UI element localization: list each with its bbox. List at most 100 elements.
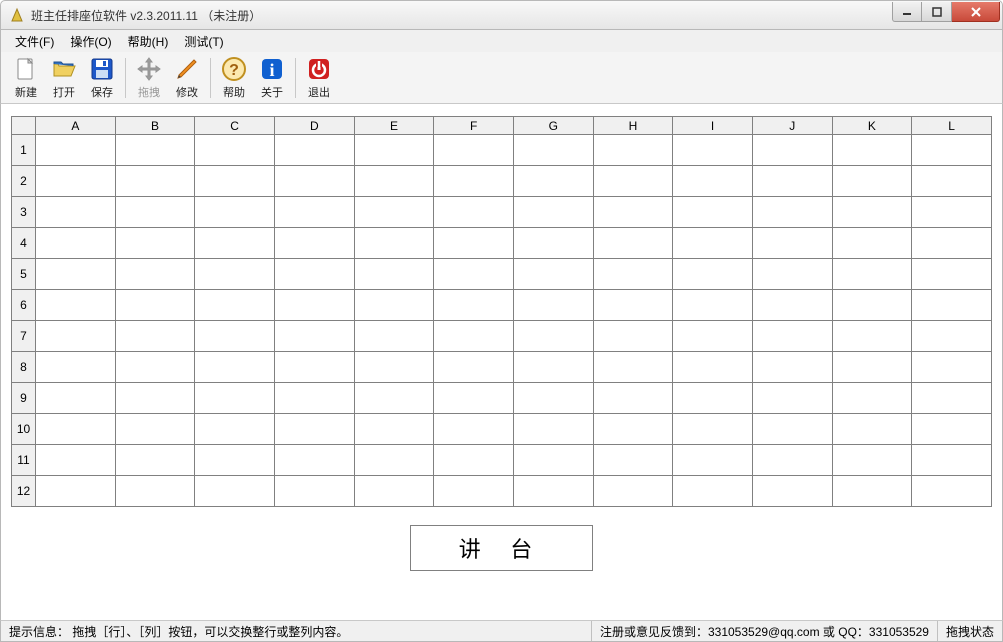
seat-cell[interactable]	[912, 383, 992, 414]
seat-cell[interactable]	[434, 321, 514, 352]
seat-cell[interactable]	[912, 476, 992, 507]
seat-cell[interactable]	[593, 135, 673, 166]
seat-cell[interactable]	[434, 476, 514, 507]
seat-cell[interactable]	[434, 445, 514, 476]
row-header[interactable]: 2	[12, 166, 36, 197]
seat-cell[interactable]	[434, 135, 514, 166]
seat-cell[interactable]	[115, 135, 195, 166]
seat-cell[interactable]	[274, 259, 354, 290]
seat-cell[interactable]	[195, 135, 275, 166]
seat-cell[interactable]	[912, 352, 992, 383]
seat-cell[interactable]	[354, 228, 434, 259]
seat-cell[interactable]	[115, 259, 195, 290]
seat-cell[interactable]	[513, 352, 593, 383]
seat-cell[interactable]	[752, 135, 832, 166]
drag-button[interactable]: 拖拽	[130, 54, 168, 102]
seat-cell[interactable]	[912, 259, 992, 290]
seat-cell[interactable]	[36, 259, 116, 290]
seat-cell[interactable]	[593, 166, 673, 197]
seat-cell[interactable]	[434, 414, 514, 445]
column-header[interactable]: E	[354, 117, 434, 135]
seat-cell[interactable]	[593, 476, 673, 507]
row-header[interactable]: 6	[12, 290, 36, 321]
seat-cell[interactable]	[115, 445, 195, 476]
seat-cell[interactable]	[673, 228, 753, 259]
seat-cell[interactable]	[195, 259, 275, 290]
seat-cell[interactable]	[593, 352, 673, 383]
seat-cell[interactable]	[434, 259, 514, 290]
column-header[interactable]: G	[513, 117, 593, 135]
column-header[interactable]: J	[752, 117, 832, 135]
seat-cell[interactable]	[434, 352, 514, 383]
menu-file[interactable]: 文件(F)	[7, 31, 62, 52]
seat-cell[interactable]	[354, 383, 434, 414]
row-header[interactable]: 5	[12, 259, 36, 290]
seat-cell[interactable]	[36, 476, 116, 507]
seat-cell[interactable]	[912, 445, 992, 476]
maximize-button[interactable]	[922, 2, 952, 22]
seat-cell[interactable]	[195, 321, 275, 352]
seat-cell[interactable]	[513, 414, 593, 445]
seat-cell[interactable]	[115, 414, 195, 445]
seat-cell[interactable]	[752, 259, 832, 290]
seat-cell[interactable]	[195, 197, 275, 228]
seat-cell[interactable]	[752, 352, 832, 383]
seat-cell[interactable]	[354, 352, 434, 383]
seat-cell[interactable]	[832, 383, 912, 414]
seat-cell[interactable]	[274, 197, 354, 228]
save-button[interactable]: 保存	[83, 54, 121, 102]
column-header[interactable]: L	[912, 117, 992, 135]
seat-cell[interactable]	[115, 383, 195, 414]
seat-cell[interactable]	[354, 445, 434, 476]
seat-cell[interactable]	[36, 228, 116, 259]
seat-cell[interactable]	[832, 445, 912, 476]
seat-cell[interactable]	[195, 414, 275, 445]
column-header[interactable]: D	[274, 117, 354, 135]
seat-cell[interactable]	[434, 290, 514, 321]
seat-cell[interactable]	[513, 259, 593, 290]
seat-cell[interactable]	[354, 166, 434, 197]
seat-cell[interactable]	[195, 166, 275, 197]
seat-cell[interactable]	[832, 166, 912, 197]
seat-cell[interactable]	[912, 228, 992, 259]
seat-cell[interactable]	[593, 445, 673, 476]
seat-cell[interactable]	[434, 383, 514, 414]
seat-cell[interactable]	[195, 383, 275, 414]
seat-cell[interactable]	[513, 228, 593, 259]
seat-cell[interactable]	[513, 321, 593, 352]
seat-cell[interactable]	[274, 135, 354, 166]
seat-cell[interactable]	[36, 445, 116, 476]
seat-cell[interactable]	[752, 290, 832, 321]
seat-cell[interactable]	[593, 383, 673, 414]
seat-cell[interactable]	[832, 352, 912, 383]
seat-cell[interactable]	[593, 228, 673, 259]
seat-cell[interactable]	[354, 414, 434, 445]
seat-cell[interactable]	[593, 414, 673, 445]
about-button[interactable]: i 关于	[253, 54, 291, 102]
close-button[interactable]	[952, 2, 1000, 22]
seat-cell[interactable]	[593, 321, 673, 352]
seat-cell[interactable]	[434, 228, 514, 259]
row-header[interactable]: 8	[12, 352, 36, 383]
seat-cell[interactable]	[36, 166, 116, 197]
seat-cell[interactable]	[752, 166, 832, 197]
seat-cell[interactable]	[912, 197, 992, 228]
seat-cell[interactable]	[274, 352, 354, 383]
open-button[interactable]: 打开	[45, 54, 83, 102]
seat-cell[interactable]	[673, 259, 753, 290]
seat-cell[interactable]	[912, 166, 992, 197]
seat-cell[interactable]	[832, 321, 912, 352]
row-header[interactable]: 4	[12, 228, 36, 259]
seat-cell[interactable]	[752, 321, 832, 352]
seat-cell[interactable]	[36, 197, 116, 228]
seat-cell[interactable]	[36, 321, 116, 352]
seat-cell[interactable]	[752, 476, 832, 507]
seat-cell[interactable]	[274, 166, 354, 197]
row-header[interactable]: 1	[12, 135, 36, 166]
seat-cell[interactable]	[115, 197, 195, 228]
column-header[interactable]: A	[36, 117, 116, 135]
seat-cell[interactable]	[36, 352, 116, 383]
seat-cell[interactable]	[115, 290, 195, 321]
seat-cell[interactable]	[593, 197, 673, 228]
seat-cell[interactable]	[513, 135, 593, 166]
